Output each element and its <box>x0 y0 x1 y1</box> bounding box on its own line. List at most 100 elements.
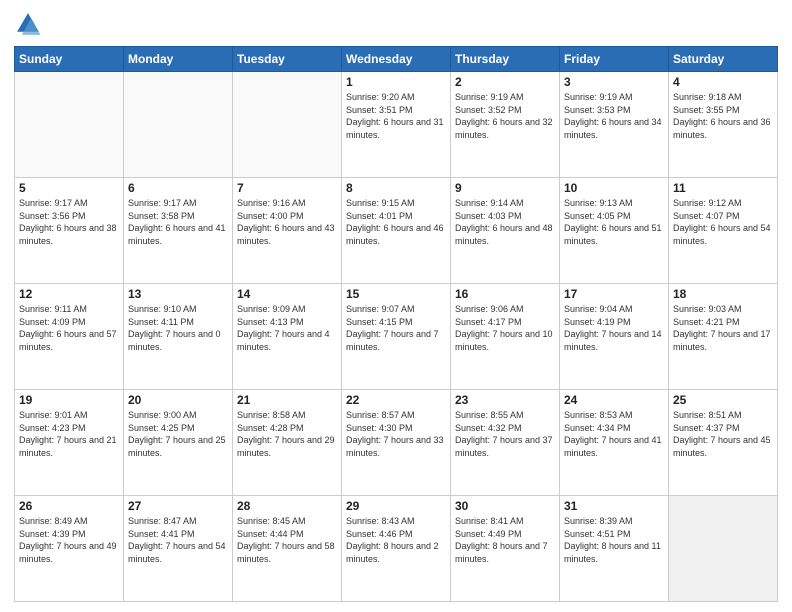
day-info: Sunrise: 9:19 AM Sunset: 3:53 PM Dayligh… <box>564 91 664 141</box>
day-number: 7 <box>237 181 337 195</box>
day-info: Sunrise: 9:10 AM Sunset: 4:11 PM Dayligh… <box>128 303 228 353</box>
day-number: 12 <box>19 287 119 301</box>
calendar-cell: 24Sunrise: 8:53 AM Sunset: 4:34 PM Dayli… <box>560 390 669 496</box>
day-number: 6 <box>128 181 228 195</box>
calendar-cell: 11Sunrise: 9:12 AM Sunset: 4:07 PM Dayli… <box>669 178 778 284</box>
day-number: 20 <box>128 393 228 407</box>
week-row-0: 1 Sunrise: 9:20 AM Sunset: 3:51 PM Daylig… <box>15 72 778 178</box>
calendar-cell: 16 Sunrise: 9:06 AM Sunset: 4:17 PM Dayli… <box>451 284 560 390</box>
day-info: Sunrise: 8:58 AM Sunset: 4:28 PM Dayligh… <box>237 409 337 459</box>
calendar-cell: 14 Sunrise: 9:09 AM Sunset: 4:13 PM Dayli… <box>233 284 342 390</box>
calendar-cell: 21Sunrise: 8:58 AM Sunset: 4:28 PM Dayli… <box>233 390 342 496</box>
day-info: Sunrise: 9:15 AM Sunset: 4:01 PM Dayligh… <box>346 197 446 247</box>
page: SundayMondayTuesdayWednesdayThursdayFrid… <box>0 0 792 612</box>
day-number: 15 <box>346 287 446 301</box>
day-number: 31 <box>564 499 664 513</box>
calendar-cell: 13 Sunrise: 9:10 AM Sunset: 4:11 PM Dayli… <box>124 284 233 390</box>
day-info: Sunrise: 8:49 AM Sunset: 4:39 PM Dayligh… <box>19 515 119 565</box>
day-number: 3 <box>564 75 664 89</box>
calendar-cell: 17 Sunrise: 9:04 AM Sunset: 4:19 PM Dayli… <box>560 284 669 390</box>
day-info: Sunrise: 9:01 AM Sunset: 4:23 PM Dayligh… <box>19 409 119 459</box>
day-info: Sunrise: 8:41 AM Sunset: 4:49 PM Dayligh… <box>455 515 555 565</box>
calendar-cell: 20 Sunrise: 9:00 AM Sunset: 4:25 PM Dayli… <box>124 390 233 496</box>
calendar-cell <box>124 72 233 178</box>
day-number: 16 <box>455 287 555 301</box>
day-number: 19 <box>19 393 119 407</box>
day-number: 4 <box>673 75 773 89</box>
day-info: Sunrise: 9:17 AM Sunset: 3:56 PM Dayligh… <box>19 197 119 247</box>
day-info: Sunrise: 9:04 AM Sunset: 4:19 PM Dayligh… <box>564 303 664 353</box>
calendar-cell: 4 Sunrise: 9:18 AM Sunset: 3:55 PM Daylig… <box>669 72 778 178</box>
logo-icon <box>14 10 42 38</box>
day-info: Sunrise: 9:19 AM Sunset: 3:52 PM Dayligh… <box>455 91 555 141</box>
day-info: Sunrise: 9:14 AM Sunset: 4:03 PM Dayligh… <box>455 197 555 247</box>
calendar-cell: 2 Sunrise: 9:19 AM Sunset: 3:52 PM Daylig… <box>451 72 560 178</box>
week-row-4: 26 Sunrise: 8:49 AM Sunset: 4:39 PM Dayli… <box>15 496 778 602</box>
calendar-cell: 10 Sunrise: 9:13 AM Sunset: 4:05 PM Dayli… <box>560 178 669 284</box>
day-info: Sunrise: 8:47 AM Sunset: 4:41 PM Dayligh… <box>128 515 228 565</box>
calendar-cell <box>15 72 124 178</box>
day-number: 25 <box>673 393 773 407</box>
day-info: Sunrise: 9:07 AM Sunset: 4:15 PM Dayligh… <box>346 303 446 353</box>
calendar-cell: 19 Sunrise: 9:01 AM Sunset: 4:23 PM Dayli… <box>15 390 124 496</box>
day-number: 23 <box>455 393 555 407</box>
calendar-cell <box>233 72 342 178</box>
week-row-2: 12 Sunrise: 9:11 AM Sunset: 4:09 PM Dayli… <box>15 284 778 390</box>
weekday-header-tuesday: Tuesday <box>233 47 342 72</box>
day-number: 18 <box>673 287 773 301</box>
calendar-cell: 26 Sunrise: 8:49 AM Sunset: 4:39 PM Dayli… <box>15 496 124 602</box>
day-info: Sunrise: 8:39 AM Sunset: 4:51 PM Dayligh… <box>564 515 664 565</box>
weekday-header-friday: Friday <box>560 47 669 72</box>
day-number: 2 <box>455 75 555 89</box>
day-number: 1 <box>346 75 446 89</box>
calendar-cell: 31 Sunrise: 8:39 AM Sunset: 4:51 PM Dayli… <box>560 496 669 602</box>
calendar-cell: 27Sunrise: 8:47 AM Sunset: 4:41 PM Dayli… <box>124 496 233 602</box>
week-row-3: 19 Sunrise: 9:01 AM Sunset: 4:23 PM Dayli… <box>15 390 778 496</box>
day-info: Sunrise: 9:06 AM Sunset: 4:17 PM Dayligh… <box>455 303 555 353</box>
weekday-header-saturday: Saturday <box>669 47 778 72</box>
day-info: Sunrise: 8:55 AM Sunset: 4:32 PM Dayligh… <box>455 409 555 459</box>
weekday-header-sunday: Sunday <box>15 47 124 72</box>
day-number: 11 <box>673 181 773 195</box>
day-number: 8 <box>346 181 446 195</box>
day-number: 30 <box>455 499 555 513</box>
weekday-header-row: SundayMondayTuesdayWednesdayThursdayFrid… <box>15 47 778 72</box>
calendar-cell: 25 Sunrise: 8:51 AM Sunset: 4:37 PM Dayli… <box>669 390 778 496</box>
day-info: Sunrise: 8:45 AM Sunset: 4:44 PM Dayligh… <box>237 515 337 565</box>
day-number: 14 <box>237 287 337 301</box>
calendar-cell: 23 Sunrise: 8:55 AM Sunset: 4:32 PM Dayli… <box>451 390 560 496</box>
day-number: 5 <box>19 181 119 195</box>
day-number: 10 <box>564 181 664 195</box>
day-info: Sunrise: 9:18 AM Sunset: 3:55 PM Dayligh… <box>673 91 773 141</box>
weekday-header-thursday: Thursday <box>451 47 560 72</box>
day-number: 26 <box>19 499 119 513</box>
day-info: Sunrise: 9:20 AM Sunset: 3:51 PM Dayligh… <box>346 91 446 141</box>
day-info: Sunrise: 9:17 AM Sunset: 3:58 PM Dayligh… <box>128 197 228 247</box>
calendar-cell: 8 Sunrise: 9:15 AM Sunset: 4:01 PM Daylig… <box>342 178 451 284</box>
calendar-cell: 7Sunrise: 9:16 AM Sunset: 4:00 PM Daylig… <box>233 178 342 284</box>
calendar-cell: 5 Sunrise: 9:17 AM Sunset: 3:56 PM Daylig… <box>15 178 124 284</box>
day-number: 17 <box>564 287 664 301</box>
day-number: 28 <box>237 499 337 513</box>
day-number: 24 <box>564 393 664 407</box>
weekday-header-wednesday: Wednesday <box>342 47 451 72</box>
calendar-cell <box>669 496 778 602</box>
day-info: Sunrise: 9:13 AM Sunset: 4:05 PM Dayligh… <box>564 197 664 247</box>
day-info: Sunrise: 9:11 AM Sunset: 4:09 PM Dayligh… <box>19 303 119 353</box>
calendar-cell: 1 Sunrise: 9:20 AM Sunset: 3:51 PM Daylig… <box>342 72 451 178</box>
calendar-cell: 9Sunrise: 9:14 AM Sunset: 4:03 PM Daylig… <box>451 178 560 284</box>
day-info: Sunrise: 8:43 AM Sunset: 4:46 PM Dayligh… <box>346 515 446 565</box>
day-number: 22 <box>346 393 446 407</box>
week-row-1: 5 Sunrise: 9:17 AM Sunset: 3:56 PM Daylig… <box>15 178 778 284</box>
calendar-cell: 6 Sunrise: 9:17 AM Sunset: 3:58 PM Daylig… <box>124 178 233 284</box>
day-number: 13 <box>128 287 228 301</box>
calendar-cell: 28 Sunrise: 8:45 AM Sunset: 4:44 PM Dayli… <box>233 496 342 602</box>
day-info: Sunrise: 9:09 AM Sunset: 4:13 PM Dayligh… <box>237 303 337 353</box>
calendar-table: SundayMondayTuesdayWednesdayThursdayFrid… <box>14 46 778 602</box>
calendar-cell: 12 Sunrise: 9:11 AM Sunset: 4:09 PM Dayli… <box>15 284 124 390</box>
day-info: Sunrise: 9:00 AM Sunset: 4:25 PM Dayligh… <box>128 409 228 459</box>
weekday-header-monday: Monday <box>124 47 233 72</box>
day-info: Sunrise: 8:57 AM Sunset: 4:30 PM Dayligh… <box>346 409 446 459</box>
calendar-cell: 30 Sunrise: 8:41 AM Sunset: 4:49 PM Dayli… <box>451 496 560 602</box>
day-info: Sunrise: 8:51 AM Sunset: 4:37 PM Dayligh… <box>673 409 773 459</box>
